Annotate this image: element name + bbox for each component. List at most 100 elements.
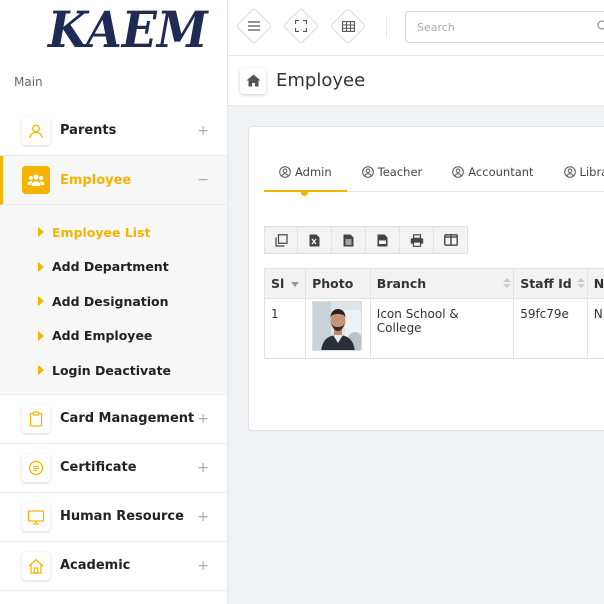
pdf-button[interactable] (366, 226, 400, 254)
cell-sl: 1 (263, 298, 307, 359)
home-icon (246, 74, 260, 87)
expand-icon: + (197, 557, 209, 574)
cell-staff-id: 59fc79e (513, 298, 588, 359)
sidebar-item-label: Certificate (60, 460, 137, 475)
user-circle-icon (452, 166, 465, 178)
topbar (228, 0, 604, 56)
column-header-name[interactable]: N (586, 268, 604, 299)
submenu-item-employee-list[interactable]: Employee List (0, 215, 227, 250)
submenu-label: Employee List (52, 224, 151, 240)
person-icon (22, 116, 50, 145)
submenu-item-add-department[interactable]: Add Department (0, 250, 227, 285)
role-tabs: Admin Teacher Accountant Libra (264, 152, 604, 192)
sidebar-item-label: Parents (60, 123, 117, 138)
sidebar-item-human-resource[interactable]: Human Resource + (0, 493, 227, 542)
column-header-branch[interactable]: Branch (369, 268, 515, 299)
csv-button[interactable] (332, 226, 366, 254)
logo-text: KAEM (47, 0, 208, 59)
expand-icon: + (197, 122, 209, 139)
submenu-item-add-designation[interactable]: Add Designation (0, 284, 227, 319)
sidebar-toggle-button[interactable] (235, 7, 273, 45)
sidebar-item-label: Card Management (60, 411, 195, 426)
submenu-item-login-deactivate[interactable]: Login Deactivate (0, 353, 227, 388)
column-header-label: Photo (312, 276, 354, 291)
tab-teacher[interactable]: Teacher (347, 152, 438, 192)
sidebar-item-parents[interactable]: Parents + (0, 106, 227, 156)
sidebar: KAEM Main Parents + Employee − Employee … (0, 0, 228, 604)
column-header-label: Staff Id (520, 276, 572, 291)
tab-accountant[interactable]: Accountant (437, 152, 548, 192)
printer-icon (410, 233, 423, 247)
caret-right-icon (38, 296, 44, 307)
pdf-icon (377, 234, 388, 246)
sidebar-item-certificate[interactable]: Certificate + (0, 444, 227, 493)
cell-branch: Icon School & College (369, 298, 515, 359)
expand-icon: + (197, 410, 209, 427)
submenu-item-add-employee[interactable]: Add Employee (0, 319, 227, 354)
caret-right-icon (38, 330, 44, 341)
divider (386, 16, 387, 38)
grid-apps-button[interactable] (329, 7, 367, 45)
certificate-icon (22, 453, 50, 482)
sidebar-item-label: Employee (60, 172, 132, 188)
column-header-label: N (593, 276, 604, 291)
fullscreen-button[interactable] (282, 7, 320, 45)
expand-icon: + (197, 508, 209, 525)
tab-label: Accountant (468, 165, 534, 179)
employee-table: Sl Photo Branch Staff Id N 1 Icon School… (263, 268, 604, 359)
csv-icon (343, 234, 354, 246)
submenu-label: Add Employee (52, 328, 153, 344)
copy-button[interactable] (264, 226, 298, 254)
tab-label: Libra (579, 165, 604, 179)
table-row: 1 Icon School & College 59fc79e N (263, 298, 604, 359)
column-visibility-button[interactable] (434, 226, 468, 254)
column-header-photo: Photo (305, 268, 371, 299)
column-header-staff-id[interactable]: Staff Id (513, 268, 588, 299)
sidebar-item-label: Human Resource (60, 509, 184, 524)
home-icon (22, 551, 50, 580)
excel-icon (309, 234, 320, 246)
submenu-label: Add Department (52, 259, 169, 275)
tab-admin[interactable]: Admin (264, 152, 347, 192)
collapse-icon: − (197, 172, 209, 188)
employee-list-card: Admin Teacher Accountant Libra (248, 126, 604, 431)
tab-label: Teacher (377, 165, 423, 179)
home-button[interactable] (240, 67, 266, 94)
sidebar-item-academic[interactable]: Academic + (0, 542, 227, 591)
hamburger-icon (248, 21, 260, 31)
fullscreen-icon (295, 20, 307, 32)
submenu-label: Login Deactivate (52, 362, 172, 378)
column-header-sl[interactable]: Sl (263, 268, 307, 299)
grid-icon (341, 20, 355, 32)
page-header: Employee (228, 56, 604, 106)
cell-photo (305, 298, 371, 359)
monitor-icon (22, 502, 50, 531)
sidebar-item-card-management[interactable]: Card Management + (0, 395, 227, 444)
sidebar-item-employee[interactable]: Employee − (0, 156, 227, 205)
caret-right-icon (38, 261, 44, 272)
tab-label: Admin (295, 165, 332, 179)
copy-icon (274, 233, 288, 247)
cell-name: N (586, 298, 604, 359)
tab-librarian[interactable]: Libra (549, 152, 604, 192)
columns-icon (443, 234, 458, 246)
clipboard-icon (22, 404, 50, 433)
employee-photo (312, 301, 363, 351)
employee-submenu: Employee List Add Department Add Designa… (0, 205, 227, 395)
user-circle-icon (279, 166, 291, 178)
submenu-label: Add Designation (52, 293, 169, 309)
active-tab-notch (301, 192, 308, 196)
expand-icon: + (197, 459, 209, 476)
search-icon[interactable] (597, 20, 604, 32)
export-toolbar (264, 226, 468, 254)
print-button[interactable] (400, 226, 434, 254)
user-circle-icon (563, 166, 576, 178)
caret-right-icon (38, 227, 44, 238)
search-input[interactable] (405, 11, 604, 43)
user-circle-icon (361, 166, 374, 178)
caret-right-icon (38, 365, 44, 376)
section-label-main: Main (14, 75, 43, 89)
logo[interactable]: KAEM (0, 0, 227, 59)
column-header-label: Branch (376, 276, 427, 291)
excel-button[interactable] (298, 226, 332, 254)
